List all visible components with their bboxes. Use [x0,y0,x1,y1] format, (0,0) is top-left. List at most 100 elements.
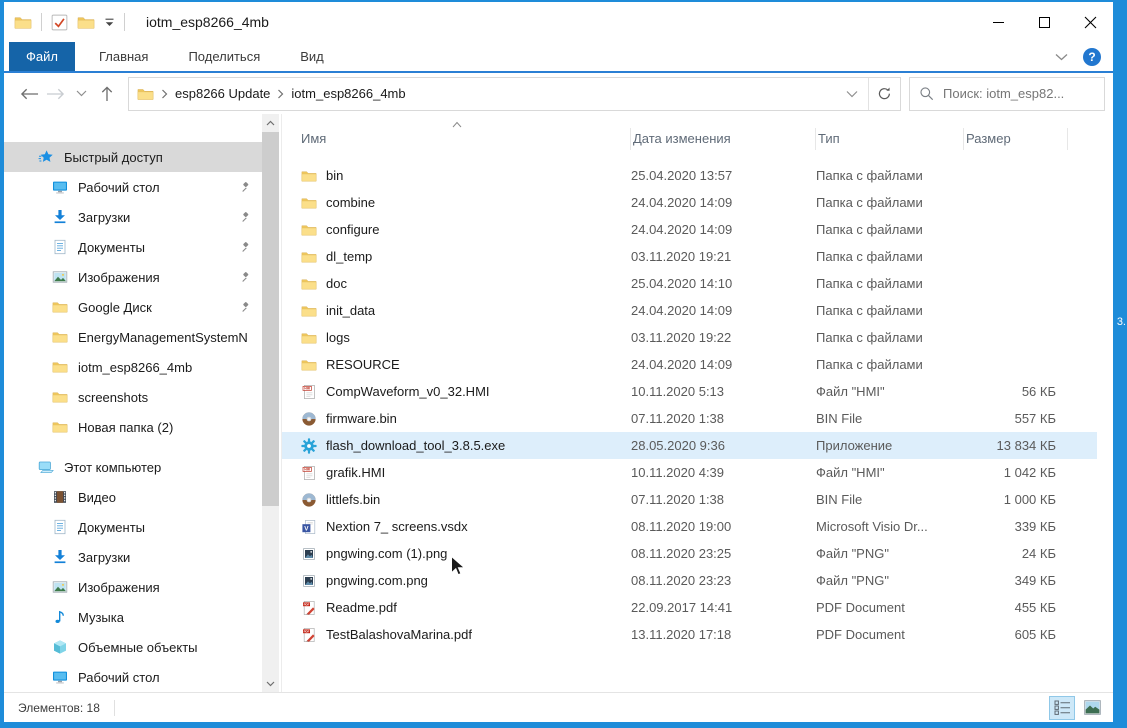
sidebar-item[interactable]: Изображения [4,572,262,602]
address-bar[interactable]: esp8266 Update iotm_esp8266_4mb [128,77,901,111]
sidebar-item[interactable]: screenshots [4,382,262,412]
file-row[interactable]: PDFTestBalashovaMarina.pdf 13.11.2020 17… [282,621,1097,648]
file-row[interactable]: dl_temp 03.11.2020 19:21 Папка с файлами [282,243,1097,270]
sidebar-item-label: Загрузки [78,210,130,225]
sidebar-item[interactable]: Новая папка (2) [4,412,262,442]
breadcrumb-chevron-icon[interactable] [161,89,168,99]
minimize-icon [993,22,1004,23]
sidebar-item[interactable]: Загрузки [4,542,262,572]
file-type: Файл "HMI" [816,465,964,480]
help-button[interactable]: ? [1083,48,1101,66]
folder-icon [52,299,69,315]
tab-share[interactable]: Поделиться [172,42,276,71]
file-name: doc [326,276,347,291]
checkbox-icon[interactable] [51,14,68,31]
scrollbar-down-icon[interactable] [262,675,279,692]
pdf-file-icon: PDF [301,627,318,643]
document-icon [52,239,69,255]
sidebar-item[interactable]: Этот компьютер [4,452,262,482]
sidebar-scrollbar[interactable] [262,114,279,692]
address-dropdown-chevron-icon[interactable] [836,78,868,110]
sidebar-item[interactable]: Видео [4,482,262,512]
breadcrumb-chevron-icon[interactable] [277,89,284,99]
sidebar-item[interactable]: Рабочий стол [4,662,262,692]
column-header-name[interactable]: Имя [301,128,631,150]
folder-icon [301,249,318,265]
file-row[interactable]: HMIgrafik.HMI 10.11.2020 4:39 Файл "HMI"… [282,459,1097,486]
breadcrumb-segment[interactable]: iotm_esp8266_4mb [291,86,405,101]
file-name: firmware.bin [326,411,397,426]
file-name: RESOURCE [326,357,400,372]
file-row[interactable]: logs 03.11.2020 19:22 Папка с файлами [282,324,1097,351]
folder-icon [52,419,69,435]
up-button[interactable] [94,79,120,109]
cube-icon [52,639,69,655]
folder-icon[interactable] [14,15,32,30]
bin-file-icon [301,492,318,508]
svg-text:PDF: PDF [304,629,310,633]
file-row[interactable]: littlefs.bin 07.11.2020 1:38 BIN File 1 … [282,486,1097,513]
file-row[interactable]: configure 24.04.2020 14:09 Папка с файла… [282,216,1097,243]
details-view-button[interactable] [1049,696,1075,720]
file-row[interactable]: init_data 24.04.2020 14:09 Папка с файла… [282,297,1097,324]
file-type: Папка с файлами [816,168,964,183]
forward-button[interactable] [42,79,68,109]
minimize-button[interactable] [975,2,1021,42]
file-row[interactable]: firmware.bin 07.11.2020 1:38 BIN File 55… [282,405,1097,432]
document-icon [52,519,69,535]
expand-ribbon-chevron-icon[interactable] [1055,48,1068,66]
sidebar-item[interactable]: Загрузки [4,202,262,232]
recent-locations-chevron-icon[interactable] [68,79,94,109]
tab-home[interactable]: Главная [83,42,164,71]
sidebar-item[interactable]: Быстрый доступ [4,142,262,172]
file-row[interactable]: VNextion 7_ screens.vsdx 08.11.2020 19:0… [282,513,1097,540]
file-row[interactable]: combine 24.04.2020 14:09 Папка с файлами [282,189,1097,216]
file-name: CompWaveform_v0_32.HMI [326,384,490,399]
sidebar-item-label: Музыка [78,610,124,625]
sidebar-item[interactable]: Изображения [4,262,262,292]
sidebar-item[interactable]: Рабочий стол [4,172,262,202]
main-area: Быстрый доступ Рабочий стол Загрузки [4,114,1113,692]
file-row[interactable]: doc 25.04.2020 14:10 Папка с файлами [282,270,1097,297]
file-size: 605 КБ [964,627,1068,642]
close-button[interactable] [1067,2,1113,42]
scrollbar-thumb[interactable] [262,132,279,506]
file-row[interactable]: HMICompWaveform_v0_32.HMI 10.11.2020 5:1… [282,378,1097,405]
scrollbar-up-icon[interactable] [262,114,279,131]
video-icon [52,489,69,505]
sidebar-item[interactable]: EnergyManagementSystemN [4,322,262,352]
sidebar-item[interactable]: iotm_esp8266_4mb [4,352,262,382]
sidebar-item[interactable]: Google Диск [4,292,262,322]
tab-view[interactable]: Вид [284,42,340,71]
sidebar-item[interactable]: Объемные объекты [4,632,262,662]
search-input[interactable] [943,86,1095,101]
tab-file[interactable]: Файл [9,42,75,71]
file-name: Nextion 7_ screens.vsdx [326,519,468,534]
sidebar-item[interactable]: Музыка [4,602,262,632]
column-header-date[interactable]: Дата изменения [631,128,816,150]
file-date: 24.04.2020 14:09 [631,222,816,237]
file-row[interactable]: RESOURCE 24.04.2020 14:09 Папка с файлам… [282,351,1097,378]
file-size: 13 834 КБ [964,438,1068,453]
column-header-type[interactable]: Тип [816,128,964,150]
back-button[interactable] [16,79,42,109]
file-size: 339 КБ [964,519,1068,534]
customize-chevron-icon[interactable] [104,18,115,27]
file-row[interactable]: pngwing.com.png 08.11.2020 23:23 Файл "P… [282,567,1097,594]
sidebar-item[interactable]: Документы [4,232,262,262]
maximize-button[interactable] [1021,2,1067,42]
refresh-button[interactable] [868,78,900,110]
file-row[interactable]: pngwing.com (1).png 08.11.2020 23:25 Фай… [282,540,1097,567]
file-row[interactable]: flash_download_tool_3.8.5.exe 28.05.2020… [282,432,1097,459]
toolbar-divider [41,13,42,31]
folder-icon[interactable] [77,15,95,30]
column-header-size[interactable]: Размер [964,128,1068,150]
breadcrumb-segment[interactable]: esp8266 Update [175,86,270,101]
sidebar-item[interactable]: Документы [4,512,262,542]
file-size: 557 КБ [964,411,1068,426]
downloads-icon [52,549,69,565]
large-icons-view-button[interactable] [1079,696,1105,720]
search-box[interactable] [909,77,1105,111]
file-row[interactable]: PDFReadme.pdf 22.09.2017 14:41 PDF Docum… [282,594,1097,621]
file-row[interactable]: bin 25.04.2020 13:57 Папка с файлами [282,162,1097,189]
